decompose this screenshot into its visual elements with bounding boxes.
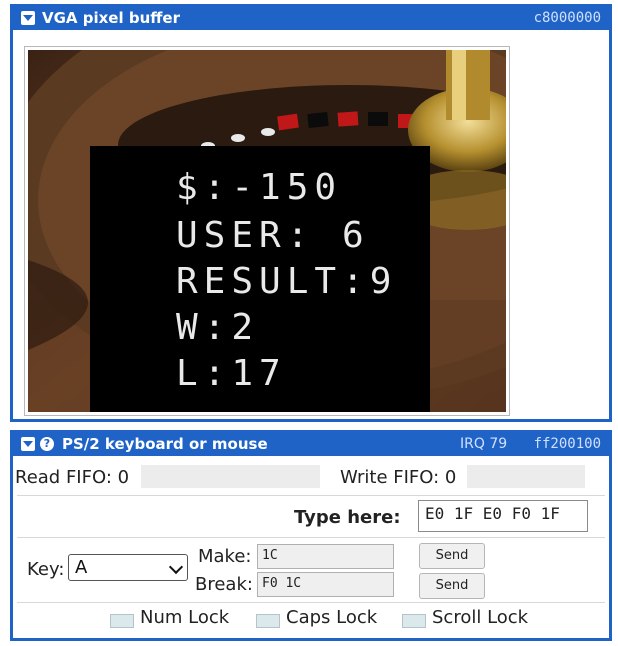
write-fifo-bar (467, 465, 585, 488)
make-label: Make: (198, 546, 252, 567)
make-code-field[interactable]: 1C (257, 544, 394, 569)
lcd-line-user: USER: 6 (176, 215, 370, 256)
vga-display-frame: $:-150 USER: 6 RESULT:9 W:2 L:17 (24, 46, 510, 416)
scroll-lock-indicator (402, 614, 426, 628)
lcd-line-losses: L:17 (176, 353, 287, 394)
send-break-button[interactable]: Send (419, 573, 485, 599)
collapse-toggle-icon[interactable] (21, 437, 35, 451)
type-here-input[interactable]: E0 1F E0 F0 1F (418, 500, 588, 532)
lcd-screen: $:-150 USER: 6 RESULT:9 W:2 L:17 (90, 146, 430, 412)
vga-address: c8000000 (533, 10, 601, 26)
divider (17, 495, 605, 496)
chevron-down-icon (168, 559, 184, 575)
caps-lock-indicator (256, 614, 280, 628)
lcd-line-money: $:-150 (176, 167, 343, 208)
vga-panel: VGA pixel buffer c8000000 $:-150 USER: 6… (10, 4, 612, 422)
type-here-label: Type here: (294, 507, 401, 528)
divider (17, 602, 605, 603)
vga-panel-header: VGA pixel buffer c8000000 (13, 7, 609, 30)
num-lock-label: Num Lock (140, 607, 230, 628)
vga-display[interactable]: $:-150 USER: 6 RESULT:9 W:2 L:17 (28, 50, 506, 412)
scroll-lock-label: Scroll Lock (432, 607, 529, 628)
break-code-field[interactable]: F0 1C (257, 572, 394, 597)
break-label: Break: (195, 574, 253, 595)
ps2-panel-title: PS/2 keyboard or mouse (62, 435, 268, 453)
caps-lock-label: Caps Lock (286, 607, 378, 628)
help-icon[interactable]: ? (40, 437, 54, 451)
num-lock-indicator (110, 614, 134, 628)
read-fifo-bar (141, 465, 320, 488)
lcd-line-wins: W:2 (176, 307, 260, 348)
ps2-panel-header: ? PS/2 keyboard or mouse IRQ 79 ff200100 (13, 433, 609, 456)
write-fifo-label: Write FIFO: 0 (340, 467, 457, 488)
divider (17, 537, 605, 538)
key-label: Key: (27, 559, 65, 580)
key-select[interactable]: A (68, 554, 188, 581)
ps2-irq: IRQ 79 (460, 436, 508, 452)
ps2-address: ff200100 (533, 436, 601, 452)
collapse-toggle-icon[interactable] (21, 11, 35, 25)
key-select-value: A (75, 557, 88, 578)
ps2-panel: ? PS/2 keyboard or mouse IRQ 79 ff200100… (10, 430, 612, 641)
send-make-button[interactable]: Send (419, 543, 485, 569)
read-fifo-label: Read FIFO: 0 (15, 467, 130, 488)
vga-panel-title: VGA pixel buffer (42, 9, 180, 27)
lcd-line-result: RESULT:9 (176, 261, 398, 302)
